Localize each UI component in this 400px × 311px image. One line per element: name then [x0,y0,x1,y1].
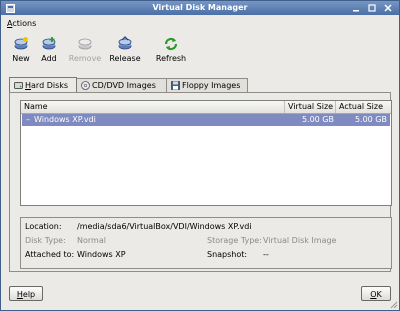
row-virtual-size: 5.00 GB [301,115,334,124]
resize-grip-icon[interactable] [390,301,398,309]
minimize-icon[interactable] [351,3,361,13]
tab-floppy-images[interactable]: Floppy Images [166,78,248,92]
help-button[interactable]: Help [9,286,43,301]
menu-bar: Actions [1,16,399,32]
attached-to-value: Windows XP [77,250,126,259]
refresh-icon [164,37,178,51]
attached-to-label: Attached to: [25,250,75,259]
disk-details: Location: /media/sda6/VirtualBox/VDI/Win… [20,217,392,269]
column-header-name[interactable]: Name [21,101,285,113]
tab-hard-disks-rest: ard Disks [31,80,69,90]
hard-disk-icon [14,81,23,89]
title-bar[interactable]: Virtual Disk Manager [1,1,399,15]
location-value: /media/sda6/VirtualBox/VDI/Windows XP.vd… [77,222,252,231]
hard-disks-panel: Name Virtual Size Actual Size – Windows … [9,92,392,272]
window-title: Virtual Disk Manager [152,3,248,12]
ok-button[interactable]: OK [361,286,391,301]
row-expander-icon[interactable]: – [26,114,30,126]
release-label: Release [109,54,141,63]
release-button[interactable]: Release [105,34,145,68]
storage-type-value: Virtual Disk Image [263,236,337,245]
tab-hard-disks-label: Hard Disks [25,81,68,90]
column-header-actual-size[interactable]: Actual Size [336,101,391,113]
list-header: Name Virtual Size Actual Size [21,101,391,114]
refresh-button[interactable]: Refresh [151,34,191,68]
location-label: Location: [25,222,62,231]
floppy-icon [171,81,180,90]
new-disk-icon [14,37,28,50]
remove-disk-icon [78,38,92,50]
help-label: elp [22,290,36,299]
row-actual-size: 5.00 GB [354,115,387,124]
toolbar: New Add Remove Release Refresh [1,34,399,70]
snapshot-value: -- [263,250,269,259]
tab-hard-disks[interactable]: Hard Disks [9,77,77,92]
maximize-icon[interactable] [367,3,377,13]
close-icon[interactable] [383,3,393,13]
storage-type-label: Storage Type: [207,236,262,245]
add-disk-icon [42,37,56,50]
row-name: Windows XP.vdi [34,115,96,124]
snapshot-label: Snapshot: [207,250,248,259]
menu-actions-label: ctions [12,19,37,28]
disk-list[interactable]: Name Virtual Size Actual Size – Windows … [20,100,392,206]
refresh-label: Refresh [155,54,187,63]
disk-type-label: Disk Type: [25,236,66,245]
menu-actions[interactable]: Actions [7,19,36,28]
virtual-disk-manager-window: Virtual Disk Manager Actions New Add Rem… [0,0,400,311]
column-header-virtual-size[interactable]: Virtual Size [285,101,336,113]
tab-cd-dvd-images[interactable]: CD/DVD Images [76,78,167,92]
remove-button[interactable]: Remove [65,34,105,68]
tab-floppy-label: Floppy Images [182,81,241,90]
tab-cd-dvd-label: CD/DVD Images [92,81,156,90]
cd-dvd-icon [81,81,90,90]
add-button[interactable]: Add [29,34,69,68]
ok-label: K [376,290,382,299]
release-disk-icon [118,36,132,50]
remove-label: Remove [68,54,102,63]
add-label: Add [41,54,57,63]
disk-type-value: Normal [77,236,106,245]
table-row[interactable]: – Windows XP.vdi 5.00 GB 5.00 GB [22,114,390,126]
